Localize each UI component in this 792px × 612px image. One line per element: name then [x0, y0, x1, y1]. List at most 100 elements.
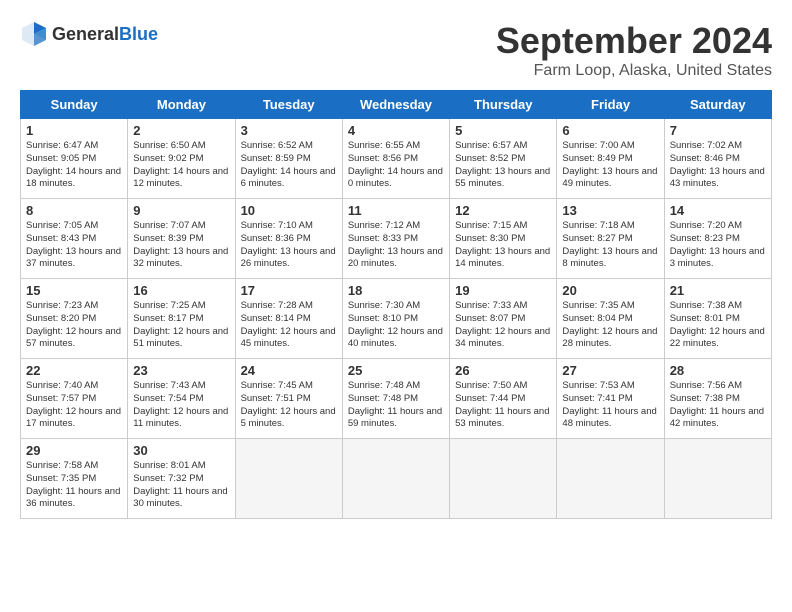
calendar-cell: 18 Sunrise: 7:30 AM Sunset: 8:10 PM Dayl… [342, 279, 449, 359]
cell-info: Sunrise: 7:00 AM Sunset: 8:49 PM Dayligh… [562, 140, 658, 191]
day-number: 27 [562, 363, 658, 378]
day-header-sunday: Sunday [21, 91, 128, 119]
calendar-cell: 19 Sunrise: 7:33 AM Sunset: 8:07 PM Dayl… [450, 279, 557, 359]
cell-info: Sunrise: 7:23 AM Sunset: 8:20 PM Dayligh… [26, 300, 122, 351]
cell-info: Sunrise: 6:57 AM Sunset: 8:52 PM Dayligh… [455, 140, 551, 191]
calendar-cell: 4 Sunrise: 6:55 AM Sunset: 8:56 PM Dayli… [342, 119, 449, 199]
day-number: 3 [241, 123, 337, 138]
calendar-cell: 17 Sunrise: 7:28 AM Sunset: 8:14 PM Dayl… [235, 279, 342, 359]
day-number: 17 [241, 283, 337, 298]
day-number: 25 [348, 363, 444, 378]
calendar-cell: 14 Sunrise: 7:20 AM Sunset: 8:23 PM Dayl… [664, 199, 771, 279]
calendar-cell: 16 Sunrise: 7:25 AM Sunset: 8:17 PM Dayl… [128, 279, 235, 359]
day-number: 28 [670, 363, 766, 378]
cell-info: Sunrise: 7:50 AM Sunset: 7:44 PM Dayligh… [455, 380, 551, 431]
day-number: 26 [455, 363, 551, 378]
calendar-cell: 24 Sunrise: 7:45 AM Sunset: 7:51 PM Dayl… [235, 359, 342, 439]
calendar-cell [664, 439, 771, 519]
cell-info: Sunrise: 7:56 AM Sunset: 7:38 PM Dayligh… [670, 380, 766, 431]
calendar-cell: 22 Sunrise: 7:40 AM Sunset: 7:57 PM Dayl… [21, 359, 128, 439]
day-number: 24 [241, 363, 337, 378]
cell-info: Sunrise: 7:53 AM Sunset: 7:41 PM Dayligh… [562, 380, 658, 431]
day-number: 11 [348, 203, 444, 218]
cell-info: Sunrise: 7:05 AM Sunset: 8:43 PM Dayligh… [26, 220, 122, 271]
day-number: 6 [562, 123, 658, 138]
cell-info: Sunrise: 8:01 AM Sunset: 7:32 PM Dayligh… [133, 460, 229, 511]
day-number: 19 [455, 283, 551, 298]
cell-info: Sunrise: 7:48 AM Sunset: 7:48 PM Dayligh… [348, 380, 444, 431]
logo: GeneralBlue [20, 20, 158, 48]
day-header-friday: Friday [557, 91, 664, 119]
calendar-cell: 11 Sunrise: 7:12 AM Sunset: 8:33 PM Dayl… [342, 199, 449, 279]
cell-info: Sunrise: 7:43 AM Sunset: 7:54 PM Dayligh… [133, 380, 229, 431]
calendar: SundayMondayTuesdayWednesdayThursdayFrid… [20, 90, 772, 519]
calendar-cell: 1 Sunrise: 6:47 AM Sunset: 9:05 PM Dayli… [21, 119, 128, 199]
calendar-cell: 2 Sunrise: 6:50 AM Sunset: 9:02 PM Dayli… [128, 119, 235, 199]
logo-general: General [52, 24, 119, 44]
calendar-cell: 8 Sunrise: 7:05 AM Sunset: 8:43 PM Dayli… [21, 199, 128, 279]
cell-info: Sunrise: 7:20 AM Sunset: 8:23 PM Dayligh… [670, 220, 766, 271]
day-header-thursday: Thursday [450, 91, 557, 119]
day-number: 10 [241, 203, 337, 218]
cell-info: Sunrise: 7:58 AM Sunset: 7:35 PM Dayligh… [26, 460, 122, 511]
cell-info: Sunrise: 7:38 AM Sunset: 8:01 PM Dayligh… [670, 300, 766, 351]
cell-info: Sunrise: 7:15 AM Sunset: 8:30 PM Dayligh… [455, 220, 551, 271]
day-number: 23 [133, 363, 229, 378]
calendar-cell: 15 Sunrise: 7:23 AM Sunset: 8:20 PM Dayl… [21, 279, 128, 359]
calendar-cell: 21 Sunrise: 7:38 AM Sunset: 8:01 PM Dayl… [664, 279, 771, 359]
calendar-cell: 3 Sunrise: 6:52 AM Sunset: 8:59 PM Dayli… [235, 119, 342, 199]
calendar-cell: 29 Sunrise: 7:58 AM Sunset: 7:35 PM Dayl… [21, 439, 128, 519]
cell-info: Sunrise: 7:07 AM Sunset: 8:39 PM Dayligh… [133, 220, 229, 271]
day-number: 20 [562, 283, 658, 298]
calendar-cell: 9 Sunrise: 7:07 AM Sunset: 8:39 PM Dayli… [128, 199, 235, 279]
calendar-cell: 20 Sunrise: 7:35 AM Sunset: 8:04 PM Dayl… [557, 279, 664, 359]
cell-info: Sunrise: 7:45 AM Sunset: 7:51 PM Dayligh… [241, 380, 337, 431]
day-header-wednesday: Wednesday [342, 91, 449, 119]
cell-info: Sunrise: 7:25 AM Sunset: 8:17 PM Dayligh… [133, 300, 229, 351]
day-number: 7 [670, 123, 766, 138]
calendar-cell: 6 Sunrise: 7:00 AM Sunset: 8:49 PM Dayli… [557, 119, 664, 199]
cell-info: Sunrise: 7:28 AM Sunset: 8:14 PM Dayligh… [241, 300, 337, 351]
day-number: 18 [348, 283, 444, 298]
cell-info: Sunrise: 6:47 AM Sunset: 9:05 PM Dayligh… [26, 140, 122, 191]
title-area: September 2024 Farm Loop, Alaska, United… [496, 20, 772, 80]
calendar-cell: 30 Sunrise: 8:01 AM Sunset: 7:32 PM Dayl… [128, 439, 235, 519]
calendar-cell: 25 Sunrise: 7:48 AM Sunset: 7:48 PM Dayl… [342, 359, 449, 439]
cell-info: Sunrise: 7:12 AM Sunset: 8:33 PM Dayligh… [348, 220, 444, 271]
calendar-cell: 23 Sunrise: 7:43 AM Sunset: 7:54 PM Dayl… [128, 359, 235, 439]
calendar-cell: 5 Sunrise: 6:57 AM Sunset: 8:52 PM Dayli… [450, 119, 557, 199]
day-number: 8 [26, 203, 122, 218]
location-title: Farm Loop, Alaska, United States [496, 62, 772, 80]
cell-info: Sunrise: 7:02 AM Sunset: 8:46 PM Dayligh… [670, 140, 766, 191]
calendar-cell: 28 Sunrise: 7:56 AM Sunset: 7:38 PM Dayl… [664, 359, 771, 439]
day-number: 16 [133, 283, 229, 298]
day-number: 21 [670, 283, 766, 298]
day-header-monday: Monday [128, 91, 235, 119]
cell-info: Sunrise: 7:10 AM Sunset: 8:36 PM Dayligh… [241, 220, 337, 271]
cell-info: Sunrise: 7:40 AM Sunset: 7:57 PM Dayligh… [26, 380, 122, 431]
month-title: September 2024 [496, 20, 772, 62]
calendar-cell [342, 439, 449, 519]
day-number: 1 [26, 123, 122, 138]
day-header-tuesday: Tuesday [235, 91, 342, 119]
day-number: 30 [133, 443, 229, 458]
day-number: 13 [562, 203, 658, 218]
day-number: 22 [26, 363, 122, 378]
calendar-cell: 26 Sunrise: 7:50 AM Sunset: 7:44 PM Dayl… [450, 359, 557, 439]
day-number: 29 [26, 443, 122, 458]
day-number: 14 [670, 203, 766, 218]
cell-info: Sunrise: 7:35 AM Sunset: 8:04 PM Dayligh… [562, 300, 658, 351]
day-header-saturday: Saturday [664, 91, 771, 119]
day-number: 5 [455, 123, 551, 138]
day-number: 12 [455, 203, 551, 218]
cell-info: Sunrise: 7:30 AM Sunset: 8:10 PM Dayligh… [348, 300, 444, 351]
calendar-cell: 7 Sunrise: 7:02 AM Sunset: 8:46 PM Dayli… [664, 119, 771, 199]
cell-info: Sunrise: 6:55 AM Sunset: 8:56 PM Dayligh… [348, 140, 444, 191]
cell-info: Sunrise: 7:33 AM Sunset: 8:07 PM Dayligh… [455, 300, 551, 351]
calendar-cell: 10 Sunrise: 7:10 AM Sunset: 8:36 PM Dayl… [235, 199, 342, 279]
day-number: 4 [348, 123, 444, 138]
day-number: 9 [133, 203, 229, 218]
cell-info: Sunrise: 7:18 AM Sunset: 8:27 PM Dayligh… [562, 220, 658, 271]
calendar-cell: 13 Sunrise: 7:18 AM Sunset: 8:27 PM Dayl… [557, 199, 664, 279]
day-number: 15 [26, 283, 122, 298]
